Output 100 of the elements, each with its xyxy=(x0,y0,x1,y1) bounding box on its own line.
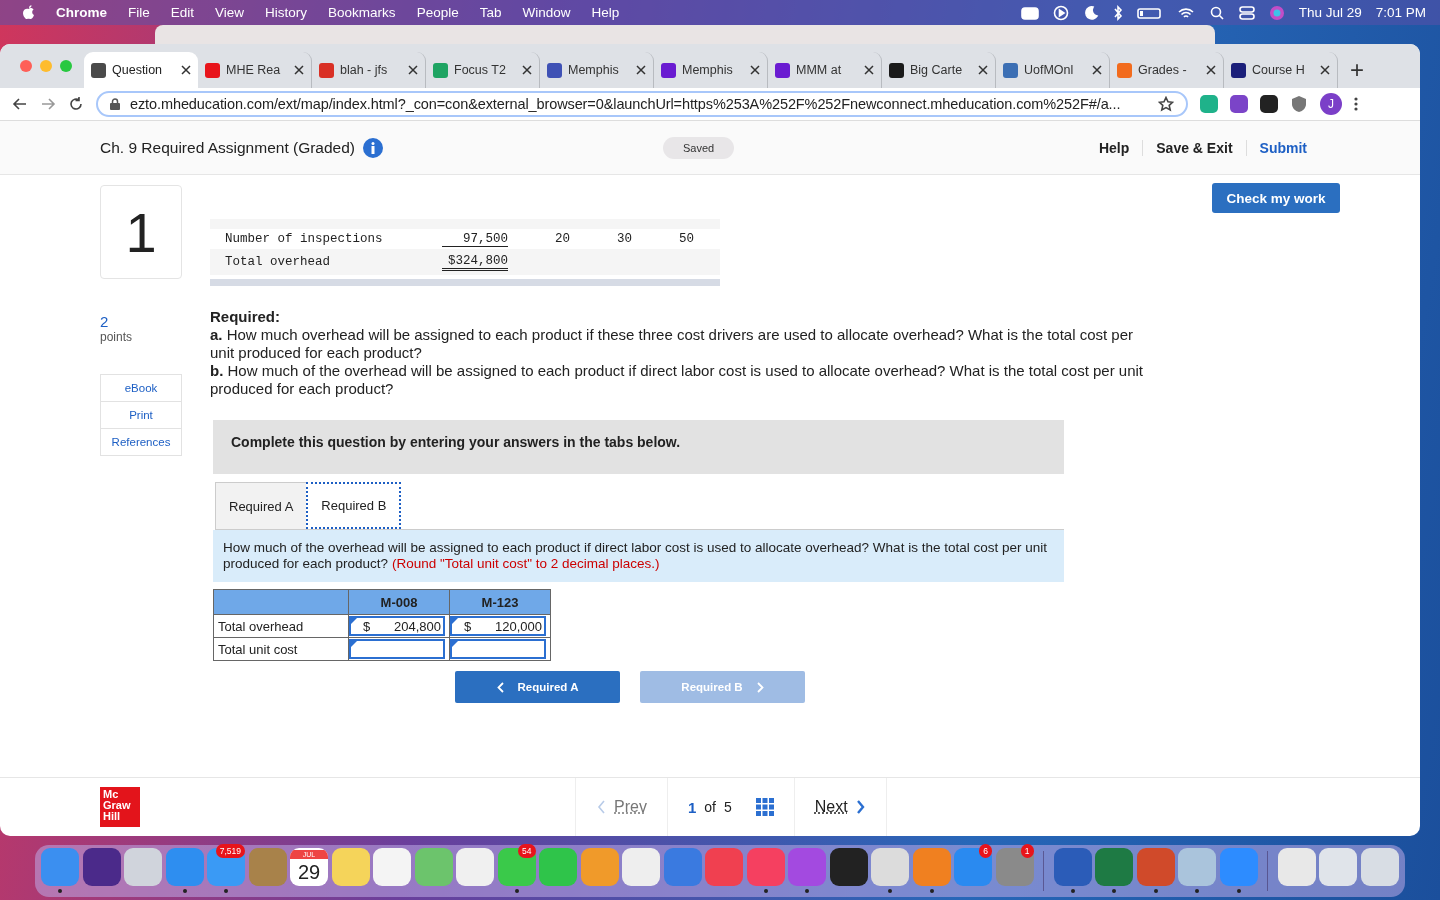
extension-icon[interactable] xyxy=(1230,95,1248,113)
close-icon[interactable] xyxy=(181,65,191,75)
new-tab-button[interactable]: + xyxy=(1350,52,1364,88)
resource-link[interactable]: References xyxy=(101,428,181,455)
step-button[interactable]: Required A xyxy=(455,671,620,703)
menu-item[interactable]: Chrome xyxy=(56,5,107,20)
browser-tab[interactable]: Focus T2 xyxy=(426,52,540,88)
address-bar[interactable]: ezto.mheducation.com/ext/map/index.html?_con=con&external_browser=0&launchUrl=https%253A%252F%252Fnewconnect.mheducation.com%252F#/a... xyxy=(96,91,1188,117)
menu-item[interactable]: Help xyxy=(591,5,620,20)
grid-icon[interactable] xyxy=(755,798,774,816)
header-link[interactable]: Help xyxy=(1085,139,1143,156)
clock-time[interactable]: 7:01 PM xyxy=(1375,5,1426,20)
menu-item[interactable]: View xyxy=(215,5,245,20)
answer-field[interactable] xyxy=(450,639,546,659)
menu-item[interactable]: History xyxy=(265,5,308,20)
scrollbar-track[interactable] xyxy=(210,279,720,286)
menu-item[interactable]: Window xyxy=(522,5,571,20)
count-cell-text: 50 xyxy=(678,232,694,246)
control-center-icon xyxy=(1238,4,1255,21)
browser-tab[interactable]: Grades - xyxy=(1110,52,1224,88)
search-icon xyxy=(1208,4,1225,21)
menu-item[interactable]: People xyxy=(416,5,459,20)
info-icon[interactable] xyxy=(363,137,384,158)
moon-icon xyxy=(1082,4,1099,21)
corner-marker-icon xyxy=(351,641,357,647)
browser-tab[interactable]: blah - jfs xyxy=(312,52,426,88)
browser-tab[interactable]: Memphis xyxy=(540,52,654,88)
extension-icon[interactable] xyxy=(1200,95,1218,113)
amount-cell: $324,800 xyxy=(442,253,508,271)
back-icon xyxy=(12,96,28,112)
required-item: b. How much of the overhead will be assigned to each product if direct labor cost is used to allocate overhead? What is the total cost per unit produced for each product? xyxy=(210,362,1145,398)
answer-field[interactable]: $ 204,800 xyxy=(349,616,445,636)
answer-field[interactable]: $ 120,000 xyxy=(450,616,546,636)
siri-icon[interactable] xyxy=(1268,4,1285,21)
menu-item[interactable]: Tab xyxy=(479,5,502,20)
check-my-work-button[interactable]: Check my work xyxy=(1212,183,1340,213)
close-icon[interactable] xyxy=(1206,65,1216,75)
question-prompt: How much of the overhead will be assigned to each product if direct labor cost is used to allocate overhead? What is the total cost per unit produced for each product? (Round "Total unit cost" to 2 decimal places.) xyxy=(213,530,1064,582)
profile-avatar[interactable]: J xyxy=(1320,93,1342,115)
answer-tab[interactable]: Required B xyxy=(306,482,402,529)
play-icon xyxy=(1052,4,1069,21)
corner-marker-icon xyxy=(351,618,357,624)
clock-date[interactable]: Thu Jul 29 xyxy=(1298,5,1362,20)
resource-link[interactable]: eBook xyxy=(101,375,181,401)
close-icon[interactable] xyxy=(864,65,874,75)
current-page: 1 xyxy=(687,798,697,816)
saved-status: Saved xyxy=(663,136,735,159)
close-icon[interactable] xyxy=(636,65,646,75)
apple-icon[interactable] xyxy=(22,5,35,20)
page-total: 5 xyxy=(723,799,732,815)
menu-item[interactable]: Bookmarks xyxy=(328,5,396,20)
close-icon[interactable] xyxy=(750,65,760,75)
browser-tab[interactable]: UofMOnl xyxy=(996,52,1110,88)
close-icon[interactable] xyxy=(522,65,532,75)
menu-item[interactable]: File xyxy=(128,5,150,20)
column-header: M-008 xyxy=(348,589,450,615)
close-icon[interactable] xyxy=(1092,65,1102,75)
menu-item[interactable]: Edit xyxy=(170,5,195,20)
instruction-banner: Complete this question by entering your answers in the tabs below. xyxy=(213,420,1064,474)
chevron-right-icon xyxy=(756,681,764,693)
browser-tab[interactable]: Question xyxy=(84,52,198,88)
notification-badge: 7,519 xyxy=(215,844,245,858)
next-link[interactable]: Next xyxy=(814,798,848,816)
points-label: points xyxy=(100,330,134,344)
resource-link[interactable]: Print xyxy=(101,401,181,428)
row-label: Total overhead xyxy=(213,614,349,638)
chevron-left-icon xyxy=(596,799,606,815)
close-icon[interactable] xyxy=(1320,65,1330,75)
required-heading: Required: xyxy=(210,308,281,326)
close-icon[interactable] xyxy=(294,65,304,75)
star-icon xyxy=(1158,96,1174,112)
header-link[interactable]: Submit xyxy=(1245,139,1320,156)
browser-tab[interactable]: Big Carte xyxy=(882,52,996,88)
row-label: Number of inspections xyxy=(225,232,384,246)
browser-tab[interactable]: MHE Rea xyxy=(198,52,312,88)
answer-tab[interactable]: Required A xyxy=(215,482,308,529)
header-link[interactable]: Save & Exit xyxy=(1142,139,1246,156)
column-header: M-123 xyxy=(449,589,551,615)
reload-icon xyxy=(68,96,84,112)
browser-tab[interactable]: Memphis xyxy=(654,52,768,88)
browser-tab[interactable]: Course H xyxy=(1224,52,1338,88)
more-icon[interactable] xyxy=(1354,97,1358,111)
close-icon[interactable] xyxy=(978,65,988,75)
row-label: Total overhead xyxy=(225,255,332,269)
prev-link[interactable]: Prev xyxy=(614,798,647,816)
answer-field[interactable] xyxy=(349,639,445,659)
question-number: 1 xyxy=(100,185,182,279)
video-icon xyxy=(1020,4,1039,21)
terminal-icon[interactable] xyxy=(1260,95,1278,113)
forward-icon xyxy=(40,96,56,112)
close-icon[interactable] xyxy=(408,65,418,75)
shield-icon[interactable] xyxy=(1290,95,1308,113)
corner-marker-icon xyxy=(452,618,458,624)
publisher-logo: Mc Graw Hill xyxy=(100,787,140,827)
amount-cell: 97,500 xyxy=(442,231,508,247)
row-label: Total unit cost xyxy=(213,637,349,661)
count-cell-text: 30 xyxy=(616,232,632,246)
browser-tab[interactable]: MMM at xyxy=(768,52,882,88)
count-cell-text: 20 xyxy=(554,232,570,246)
corner-marker-icon xyxy=(452,641,458,647)
